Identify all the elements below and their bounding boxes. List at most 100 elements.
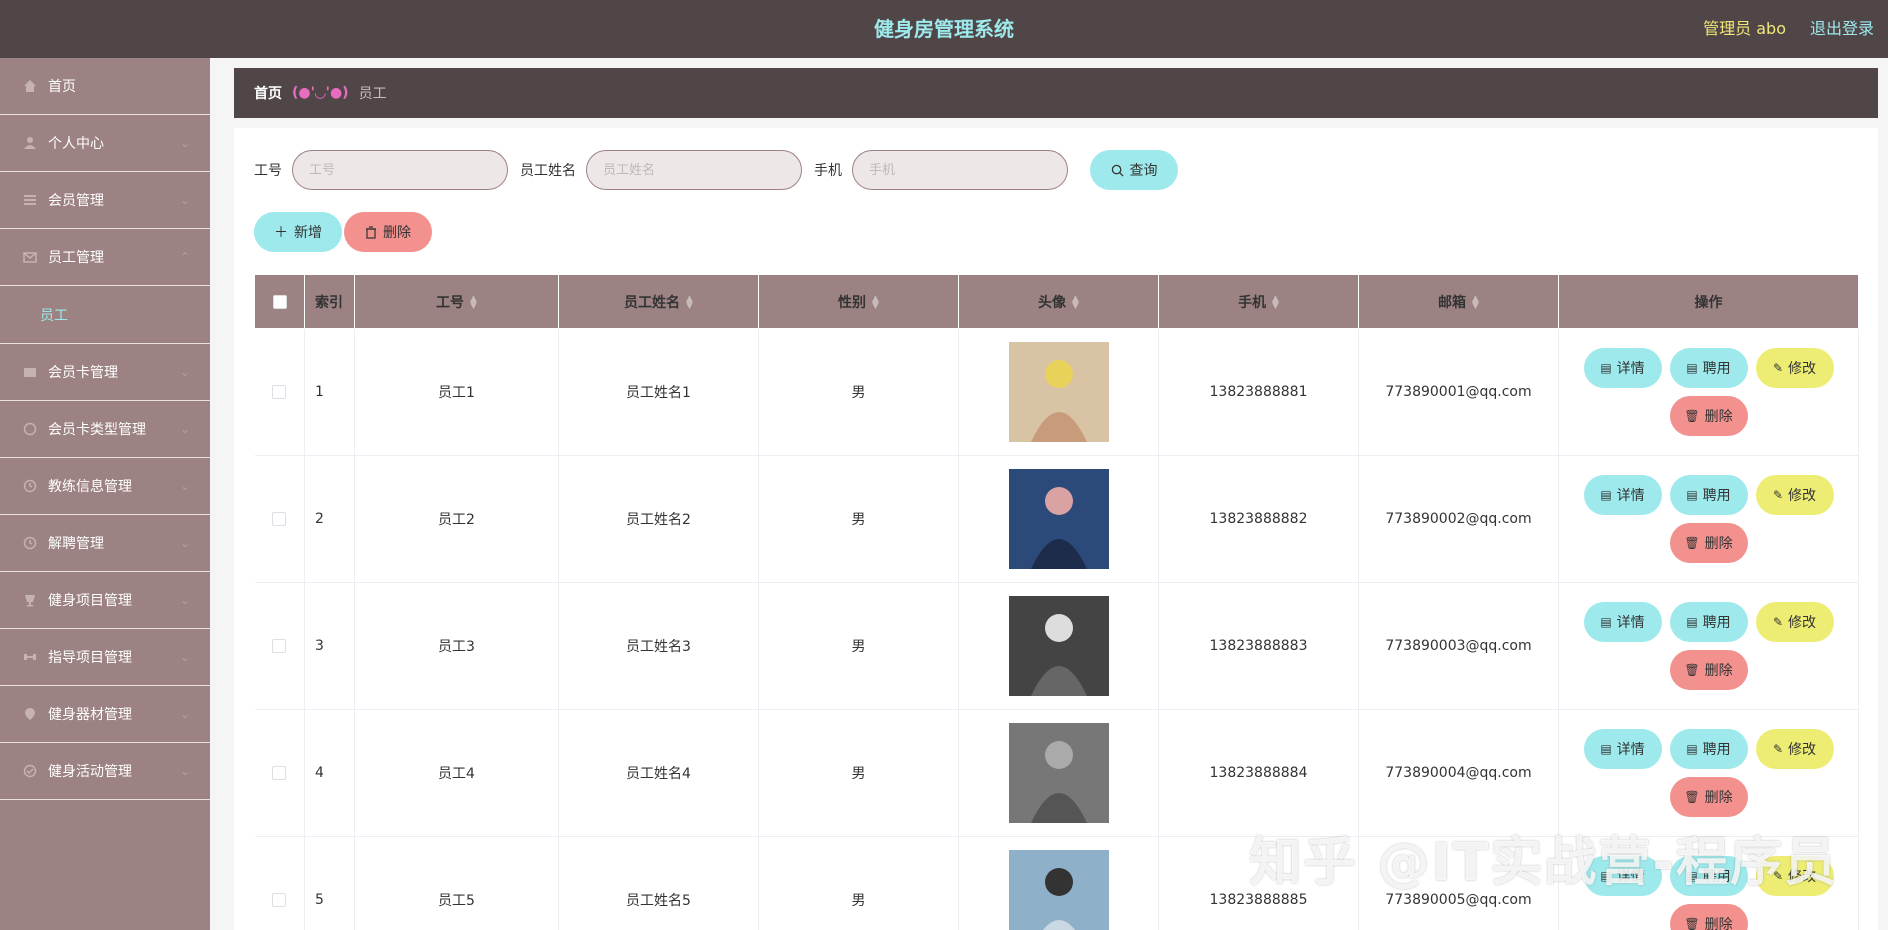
header-email[interactable]: 邮箱 ▲ ▼ xyxy=(1358,274,1559,329)
cell-gender: 男 xyxy=(758,582,959,710)
edit-button[interactable]: ✎ 修改 xyxy=(1755,602,1834,642)
select-all-checkbox[interactable] xyxy=(272,294,287,309)
avatar[interactable] xyxy=(1008,723,1109,823)
sidebar-item-card-type[interactable]: 会员卡类型管理 ⌄ xyxy=(0,401,210,458)
sort-icon[interactable]: ▲ ▼ xyxy=(872,294,879,310)
sidebar-item-equipment[interactable]: 健身器材管理 ⌄ xyxy=(0,686,210,743)
row-checkbox[interactable] xyxy=(272,893,287,907)
add-button[interactable]: ＋ 新增 xyxy=(254,212,342,252)
row-checkbox[interactable] xyxy=(272,766,287,780)
sidebar-item-home[interactable]: 首页 xyxy=(0,58,210,115)
row-actions: ▤ 详情 ▤ 聘用 ✎ 修改 🗑 删除 xyxy=(1579,729,1839,817)
cell-index: 5 xyxy=(304,836,355,930)
row-select-cell[interactable] xyxy=(254,455,305,583)
edit-button[interactable]: ✎ 修改 xyxy=(1755,856,1834,896)
edit-button[interactable]: ✎ 修改 xyxy=(1755,475,1834,515)
edit-button[interactable]: ✎ 修改 xyxy=(1755,729,1834,769)
row-checkbox[interactable] xyxy=(272,639,287,653)
sort-icon[interactable]: ▲ ▼ xyxy=(686,294,693,310)
sidebar-item-staff[interactable]: 员工管理 ⌃ xyxy=(0,229,210,286)
row-select-cell[interactable] xyxy=(254,709,305,837)
header-ops: 操作 xyxy=(1558,274,1859,329)
cell-phone: 13823888885 xyxy=(1158,836,1359,930)
card-icon xyxy=(22,364,38,380)
hire-button[interactable]: ▤ 聘用 xyxy=(1669,475,1748,515)
sidebar-item-guidance[interactable]: 指导项目管理 ⌄ xyxy=(0,629,210,686)
select-all-header[interactable] xyxy=(254,274,305,329)
detail-button[interactable]: ▤ 详情 xyxy=(1583,602,1662,642)
detail-button[interactable]: ▤ 详情 xyxy=(1583,475,1662,515)
sidebar-item-label: 健身器材管理 xyxy=(48,707,132,723)
chevron-down-icon: ⌄ xyxy=(179,650,190,664)
delete-label: 删除 xyxy=(1704,790,1733,806)
avatar[interactable] xyxy=(1008,850,1109,930)
hire-label: 聘用 xyxy=(1702,361,1731,377)
cell-gender: 男 xyxy=(758,836,959,930)
sidebar-item-activity[interactable]: 健身活动管理 ⌄ xyxy=(0,743,210,800)
sidebar-item-coach[interactable]: 教练信息管理 ⌄ xyxy=(0,458,210,515)
row-checkbox[interactable] xyxy=(272,512,287,526)
breadcrumb-home[interactable]: 首页 xyxy=(254,83,282,103)
logout-link[interactable]: 退出登录 xyxy=(1810,0,1874,58)
batch-delete-button[interactable]: 删除 xyxy=(344,212,432,252)
avatar[interactable] xyxy=(1008,596,1109,696)
header-avatar[interactable]: 头像 ▲ ▼ xyxy=(958,274,1159,329)
detail-button[interactable]: ▤ 详情 xyxy=(1583,348,1662,388)
hire-button[interactable]: ▤ 聘用 xyxy=(1669,729,1748,769)
sort-icon[interactable]: ▲ ▼ xyxy=(1472,294,1479,310)
document-icon: ▤ xyxy=(1600,615,1612,629)
header-id-label: 工号 xyxy=(436,294,465,311)
sort-icon[interactable]: ▲ ▼ xyxy=(470,294,477,310)
sort-icon[interactable]: ▲ ▼ xyxy=(1272,294,1279,310)
delete-button[interactable]: 🗑 删除 xyxy=(1669,904,1748,930)
name-label: 员工姓名 xyxy=(520,163,576,179)
sort-icon[interactable]: ▲ ▼ xyxy=(1072,294,1079,310)
trash-icon: 🗑 xyxy=(1684,790,1700,804)
sidebar-item-dismiss[interactable]: 解聘管理 ⌄ xyxy=(0,515,210,572)
detail-label: 详情 xyxy=(1616,488,1645,504)
cell-name: 员工姓名5 xyxy=(558,836,759,930)
delete-button[interactable]: 🗑 删除 xyxy=(1669,650,1748,690)
detail-button[interactable]: ▤ 详情 xyxy=(1583,729,1662,769)
chevron-down-icon: ⌄ xyxy=(179,536,190,550)
home-icon xyxy=(22,78,38,94)
avatar[interactable] xyxy=(1008,469,1109,569)
id-input[interactable] xyxy=(292,150,508,190)
avatar[interactable] xyxy=(1008,342,1109,442)
sidebar-subitem-staff[interactable]: 员工 xyxy=(0,286,210,344)
row-actions: ▤ 详情 ▤ 聘用 ✎ 修改 🗑 删除 xyxy=(1579,602,1839,690)
delete-button[interactable]: 🗑 删除 xyxy=(1669,523,1748,563)
cell-avatar xyxy=(958,709,1159,837)
sidebar-item-fitness-project[interactable]: 健身项目管理 ⌄ xyxy=(0,572,210,629)
row-checkbox[interactable] xyxy=(272,385,287,399)
sidebar-item-label: 教练信息管理 xyxy=(48,479,132,495)
row-select-cell[interactable] xyxy=(254,328,305,456)
delete-button[interactable]: 🗑 删除 xyxy=(1669,777,1748,817)
name-input[interactable] xyxy=(586,150,802,190)
add-label: 新增 xyxy=(294,225,322,241)
row-select-cell[interactable] xyxy=(254,836,305,930)
row-select-cell[interactable] xyxy=(254,582,305,710)
header-name[interactable]: 员工姓名 ▲ ▼ xyxy=(558,274,759,329)
detail-label: 详情 xyxy=(1616,742,1645,758)
hire-button[interactable]: ▤ 聘用 xyxy=(1669,602,1748,642)
edit-button[interactable]: ✎ 修改 xyxy=(1755,348,1834,388)
sidebar-item-profile[interactable]: 个人中心 ⌄ xyxy=(0,115,210,172)
detail-label: 详情 xyxy=(1616,361,1645,377)
table-row: 3 员工3 员工姓名3 男 13823888883 773890003@qq.c… xyxy=(254,582,1859,710)
cell-email: 773890003@qq.com xyxy=(1358,582,1559,710)
phone-label: 手机 xyxy=(814,163,842,179)
query-button[interactable]: 查询 xyxy=(1090,150,1178,190)
detail-button[interactable]: ▤ 详情 xyxy=(1583,856,1662,896)
sidebar-item-member-card[interactable]: 会员卡管理 ⌄ xyxy=(0,344,210,401)
phone-input[interactable] xyxy=(852,150,1068,190)
cell-email: 773890004@qq.com xyxy=(1358,709,1559,837)
sidebar-item-members[interactable]: 会员管理 ⌄ xyxy=(0,172,210,229)
hire-button[interactable]: ▤ 聘用 xyxy=(1669,856,1748,896)
delete-button[interactable]: 🗑 删除 xyxy=(1669,396,1748,436)
header-id[interactable]: 工号 ▲ ▼ xyxy=(354,274,559,329)
hire-button[interactable]: ▤ 聘用 xyxy=(1669,348,1748,388)
table-row: 2 员工2 员工姓名2 男 13823888882 773890002@qq.c… xyxy=(254,455,1859,583)
header-phone[interactable]: 手机 ▲ ▼ xyxy=(1158,274,1359,329)
header-gender[interactable]: 性别 ▲ ▼ xyxy=(758,274,959,329)
